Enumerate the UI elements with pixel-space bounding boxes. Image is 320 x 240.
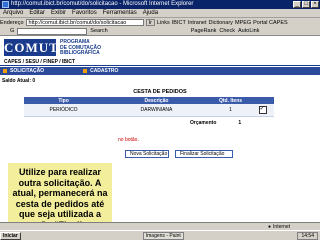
search-toolbar: G Search PageRank Check AutoLink [0,27,320,36]
minimize-button[interactable]: _ [293,1,301,8]
nav-cadastro[interactable]: CADASTRO [90,68,118,74]
status-bar: ● Internet [0,222,320,230]
link-mpeg[interactable]: MPEG [235,20,251,26]
link-dictionary[interactable]: Dictionary [208,20,232,26]
table-row: PERIÓDICO DARWINIANA 1 [24,104,274,117]
divider [0,65,320,66]
window-title: http://comut.ibict.br/comut/do/solicitac… [11,1,194,7]
link-intranet[interactable]: Intranet [188,20,207,26]
nav-bullet-icon [3,69,7,73]
comut-logo: COMUT [4,39,59,56]
search-input[interactable] [17,27,88,35]
status-zone: Internet [273,223,290,230]
menu-exibir[interactable]: Exibir [51,10,66,16]
nova-solicitacao-button[interactable]: Nova Solicitação [125,150,169,158]
col-tipo: Tipo [24,97,104,104]
go-button[interactable]: Ir [145,19,155,26]
cart-table-wrap: Tipo Descrição Qtd. Itens PERIÓDICO DARW… [24,97,274,117]
link-ibict[interactable]: IBICT [172,20,186,26]
nav-bullet-icon [83,69,88,73]
menu-editar[interactable]: Editar [29,10,45,16]
search-button[interactable]: Search [90,28,107,34]
orcamento-value: 1 [238,120,242,126]
clock: 14:54 [297,231,318,240]
address-label: Endereço [0,19,24,26]
menu-arquivo[interactable]: Arquivo [3,10,23,16]
col-qtd: Qtd. Itens [209,97,252,104]
col-select [251,97,274,104]
select-checkbox[interactable] [258,105,267,114]
nav-bar: SOLICITAÇÃO CADASTRO [0,67,320,75]
cart-title: CESTA DE PEDIDOS [133,89,187,95]
logo-caption: PROGRAMA DE COMUTAÇÃO BIBLIOGRÁFICA [60,39,101,57]
orcamento-row: Orçamento 1 [190,120,241,126]
globe-icon: ● [268,223,272,230]
task-paint[interactable]: Imagens - Paint [142,231,184,240]
cell-qtd: 1 [209,104,252,117]
menu-ajuda[interactable]: Ajuda [143,10,158,16]
menu-ferramentas[interactable]: Ferramentas [103,10,137,16]
callout-note: Utilize para realizar outra solicitação.… [8,163,112,225]
start-button[interactable]: Iniciar [0,231,21,240]
ie-icon [2,1,9,8]
saldo-text: Saldo Atual: 0 [2,78,36,84]
menu-bar: Arquivo Editar Exibir Favoritos Ferramen… [0,9,320,18]
cart-header-row: Tipo Descrição Qtd. Itens [24,97,274,104]
google-logo-icon: G [10,28,15,34]
cell-tipo: PERIÓDICO [24,104,104,117]
address-bar: Endereço http://comut.ibict.br/comut/do/… [0,18,320,27]
check-button[interactable]: Check [219,28,235,34]
cart-table: Tipo Descrição Qtd. Itens PERIÓDICO DARW… [24,97,274,117]
autolink-button[interactable]: AutoLink [238,28,259,34]
orcamento-label: Orçamento [190,120,217,126]
link-portal-capes[interactable]: Portal CAPES [253,20,288,26]
maximize-button[interactable]: □ [302,1,310,8]
taskbar: Iniciar Imagens - Paint 14:54 [0,230,320,240]
cell-select [251,104,274,117]
title-bar: http://comut.ibict.br/comut/do/solicitac… [0,0,320,9]
address-input[interactable]: http://comut.ibict.br/comut/do/solicitac… [25,19,144,26]
close-button[interactable]: × [311,1,319,8]
logo-line-3: BIBLIOGRÁFICA [60,50,100,56]
cell-descricao: DARWINIANA [103,104,210,117]
prompt-text: no botão. [118,137,139,143]
finalizar-solicitacao-button[interactable]: Finalizar Solicitação [175,150,233,158]
links-label: Links [156,19,170,26]
menu-favoritos[interactable]: Favoritos [72,10,97,16]
col-descricao: Descrição [103,97,210,104]
nav-solicitacao[interactable]: SOLICITAÇÃO [10,68,44,74]
pagerank-label: PageRank [190,28,217,34]
